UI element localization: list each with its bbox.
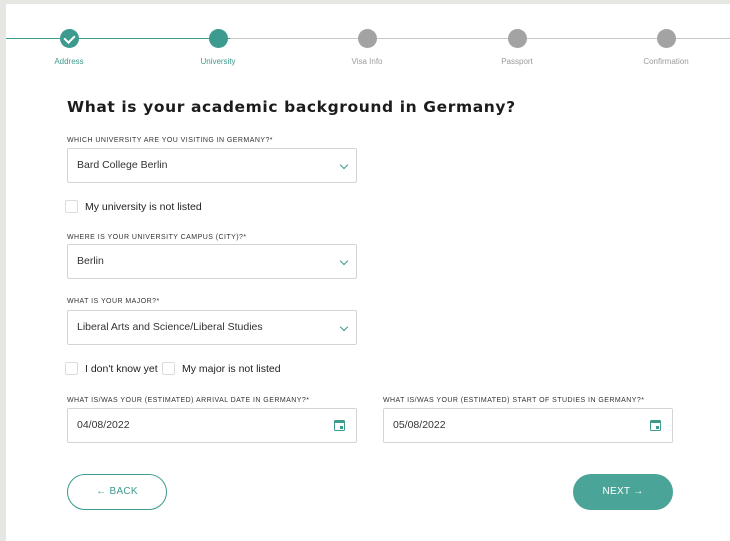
back-button[interactable]: ← BACK xyxy=(67,474,167,510)
start-of-studies-value: 05/08/2022 xyxy=(393,419,446,431)
campus-city-label: WHERE IS YOUR UNIVERSITY CAMPUS (CITY)?* xyxy=(67,234,247,241)
arrival-date-value: 04/08/2022 xyxy=(77,419,130,431)
progress-track-remaining xyxy=(230,38,730,39)
application-panel: Address University Visa Info Passport Co… xyxy=(6,4,730,541)
dont-know-yet-checkbox[interactable]: I don't know yet xyxy=(65,362,158,375)
checkbox-box[interactable] xyxy=(65,200,78,213)
campus-city-select[interactable]: Berlin xyxy=(67,244,357,279)
chevron-down-icon xyxy=(339,322,349,332)
step-label: Visa Info xyxy=(351,57,383,66)
calendar-icon[interactable] xyxy=(650,420,661,431)
step-done-check-icon xyxy=(60,29,79,48)
university-select[interactable]: Bard College Berlin xyxy=(67,148,357,183)
major-not-listed-checkbox[interactable]: My major is not listed xyxy=(162,362,281,375)
start-of-studies-label: WHAT IS/WAS YOUR (ESTIMATED) START OF ST… xyxy=(383,397,645,404)
calendar-icon[interactable] xyxy=(334,420,345,431)
checkbox-box[interactable] xyxy=(162,362,175,375)
arrival-date-input[interactable]: 04/08/2022 xyxy=(67,408,357,443)
start-of-studies-input[interactable]: 05/08/2022 xyxy=(383,408,673,443)
step-label: Address xyxy=(54,57,84,66)
step-dot xyxy=(358,29,377,48)
arrival-date-label: WHAT IS/WAS YOUR (ESTIMATED) ARRIVAL DAT… xyxy=(67,397,310,404)
university-label: WHICH UNIVERSITY ARE YOU VISITING IN GER… xyxy=(67,137,273,144)
next-button[interactable]: NEXT → xyxy=(573,474,673,510)
step-dot xyxy=(508,29,527,48)
checkbox-label: My university is not listed xyxy=(85,200,202,213)
major-select[interactable]: Liberal Arts and Science/Liberal Studies xyxy=(67,310,357,345)
step-dot xyxy=(657,29,676,48)
page-title: What is your academic background in Germ… xyxy=(67,98,516,116)
step-label: Passport xyxy=(501,57,533,66)
checkbox-box[interactable] xyxy=(65,362,78,375)
checkbox-label: I don't know yet xyxy=(85,362,158,375)
chevron-down-icon xyxy=(339,256,349,266)
chevron-down-icon xyxy=(339,160,349,170)
step-active-dot xyxy=(209,29,228,48)
checkbox-label: My major is not listed xyxy=(182,362,281,375)
major-label: WHAT IS YOUR MAJOR?* xyxy=(67,298,160,305)
campus-city-value: Berlin xyxy=(77,255,104,267)
step-label: Confirmation xyxy=(643,57,689,66)
university-not-listed-checkbox[interactable]: My university is not listed xyxy=(65,200,202,213)
step-label: University xyxy=(200,57,236,66)
progress-track-completed xyxy=(6,38,230,39)
university-value: Bard College Berlin xyxy=(77,159,168,171)
major-value: Liberal Arts and Science/Liberal Studies xyxy=(77,321,263,333)
